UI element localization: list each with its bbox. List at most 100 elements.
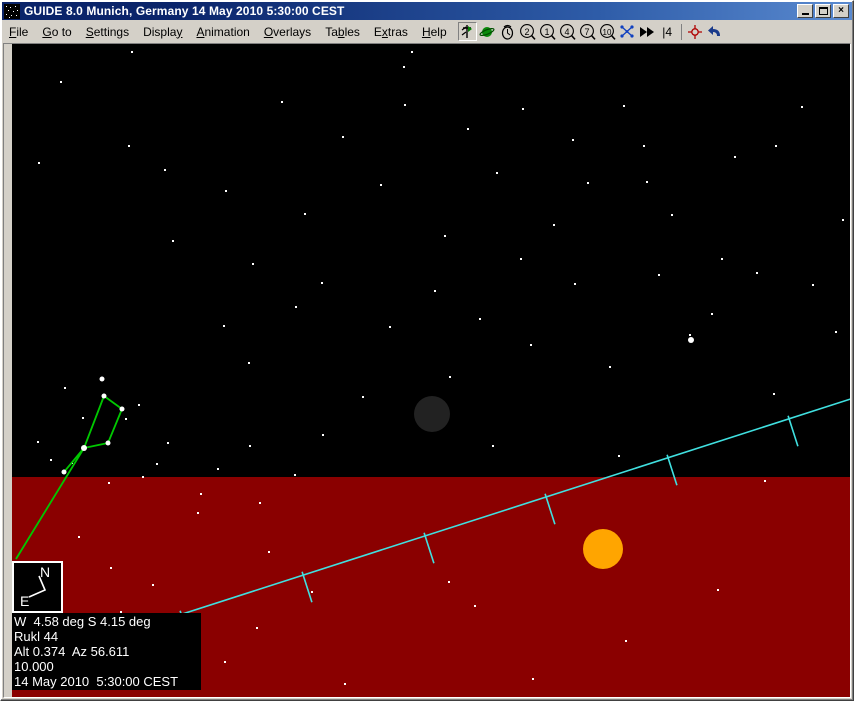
sun-disk[interactable]: [583, 529, 623, 569]
starfield-icon: [4, 3, 20, 19]
constellation-line: [107, 408, 123, 444]
menu-item-animation[interactable]: Animation: [189, 23, 256, 41]
menu-item-display[interactable]: Display: [136, 23, 189, 41]
star: [342, 136, 344, 138]
menu-item-settings[interactable]: Settings: [79, 23, 136, 41]
minimize-button[interactable]: [797, 4, 813, 18]
star: [217, 468, 219, 470]
moon-disk[interactable]: [414, 396, 450, 432]
star: [574, 283, 576, 285]
toolbar-separator: [680, 23, 682, 40]
constellation-icon[interactable]: [617, 22, 637, 41]
constellation-star[interactable]: [99, 376, 105, 382]
star: [128, 145, 130, 147]
star: [321, 282, 323, 284]
star: [625, 640, 627, 642]
window-title: GUIDE 8.0 Munich, Germany 14 May 2010 5:…: [24, 4, 345, 18]
star: [304, 213, 306, 215]
constellation-line: [83, 442, 109, 449]
constellation-star[interactable]: [105, 440, 111, 446]
svg-text:10: 10: [602, 28, 611, 37]
star: [380, 184, 382, 186]
star: [60, 81, 62, 83]
star: [553, 224, 555, 226]
close-button[interactable]: ×: [833, 4, 849, 18]
star: [223, 325, 225, 327]
menu-item-overlays[interactable]: Overlays: [257, 23, 318, 41]
star: [37, 441, 39, 443]
star: [78, 536, 80, 538]
maximize-icon: [818, 7, 828, 15]
star: [479, 318, 481, 320]
star: [131, 51, 133, 53]
constellation-star[interactable]: [81, 445, 87, 451]
constellation-line: [63, 447, 85, 473]
star: [492, 445, 494, 447]
star: [259, 502, 261, 504]
star: [252, 263, 254, 265]
fast-forward-icon[interactable]: [637, 22, 657, 41]
maximize-button[interactable]: [815, 4, 831, 18]
planet-icon[interactable]: [477, 22, 497, 41]
star: [248, 362, 250, 364]
sky-canvas[interactable]: N E W 4.58 deg S 4.15 deg Rukl 44 Alt 0.…: [12, 44, 850, 697]
menu-item-extras[interactable]: Extras: [367, 23, 415, 41]
info-chart-ref: Rukl 44: [14, 629, 59, 644]
star: [530, 344, 532, 346]
bright-star: [688, 337, 694, 343]
star: [38, 162, 40, 164]
star: [717, 589, 719, 591]
star: [164, 169, 166, 171]
info-panel: W 4.58 deg S 4.15 deg Rukl 44 Alt 0.374 …: [12, 613, 201, 690]
zoom-level-2-icon[interactable]: 2: [517, 22, 537, 41]
crosshair-target-icon[interactable]: [685, 22, 705, 41]
star: [721, 258, 723, 260]
info-timestamp: 14 May 2010 5:30:00 CEST: [14, 674, 179, 689]
star: [711, 313, 713, 315]
star: [618, 455, 620, 457]
star: [322, 434, 324, 436]
star: [835, 331, 837, 333]
menu-item-file[interactable]: File: [2, 23, 35, 41]
constellation-star[interactable]: [119, 406, 125, 412]
constellation-star[interactable]: [101, 393, 107, 399]
constellation-star[interactable]: [61, 469, 67, 475]
star: [294, 474, 296, 476]
star: [268, 551, 270, 553]
star: [411, 51, 413, 53]
zoom-level-1-icon[interactable]: 1: [537, 22, 557, 41]
star: [50, 459, 52, 461]
star-chart-icon[interactable]: [457, 22, 477, 41]
menu-item-goto[interactable]: Go to: [35, 23, 78, 41]
step-value-icon[interactable]: |4: [657, 22, 677, 41]
compass-needle-icon: [28, 575, 47, 598]
star: [172, 240, 174, 242]
star: [389, 326, 391, 328]
star: [773, 393, 775, 395]
star: [197, 512, 199, 514]
constellation-line: [103, 395, 123, 410]
star: [404, 104, 406, 106]
star: [142, 476, 144, 478]
menu-item-tables[interactable]: Tables: [318, 23, 367, 41]
star: [572, 139, 574, 141]
star: [224, 661, 226, 663]
menu-item-help[interactable]: Help: [415, 23, 454, 41]
star: [110, 567, 112, 569]
clock-icon[interactable]: [497, 22, 517, 41]
star: [801, 106, 803, 108]
star: [496, 172, 498, 174]
zoom-level-7-icon[interactable]: 7: [577, 22, 597, 41]
guide-application-window: GUIDE 8.0 Munich, Germany 14 May 2010 5:…: [0, 0, 854, 701]
star: [64, 387, 66, 389]
star: [125, 418, 127, 420]
zoom-level-10-icon[interactable]: 10: [597, 22, 617, 41]
constellation-line: [83, 395, 105, 449]
svg-text:7: 7: [584, 27, 589, 37]
step-value-label: |4: [662, 24, 673, 39]
star: [646, 181, 648, 183]
title-bar: GUIDE 8.0 Munich, Germany 14 May 2010 5:…: [2, 2, 852, 20]
zoom-level-4-icon[interactable]: 4: [557, 22, 577, 41]
svg-text:2: 2: [524, 27, 529, 37]
undo-icon[interactable]: [705, 22, 725, 41]
